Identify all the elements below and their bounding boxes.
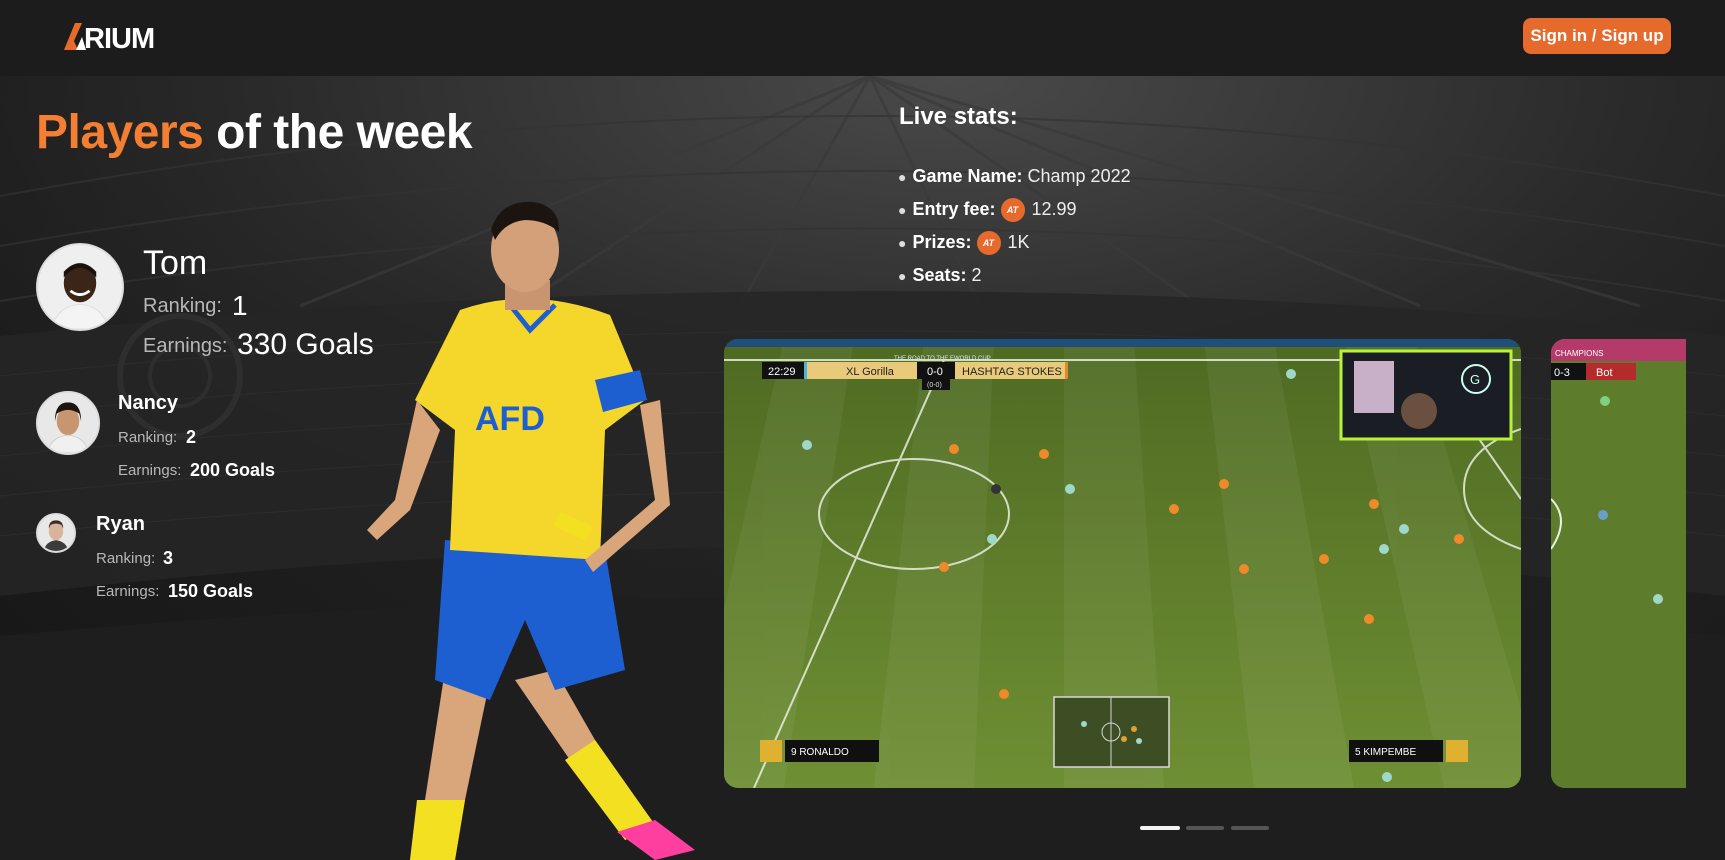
featured-footballer-image: AFD: [355, 200, 735, 860]
bullet-icon: ●: [898, 201, 907, 218]
stat-value: 2: [971, 265, 982, 285]
arium-logo[interactable]: RIUM: [62, 19, 162, 53]
players-of-week-title: Players of the week: [36, 105, 473, 160]
banner-text: CHAMPIONS: [1555, 349, 1603, 358]
player-name: Tom: [143, 244, 208, 282]
stat-value: 1K: [1007, 232, 1030, 252]
ranking-value: 3: [163, 548, 174, 568]
stat-key: Entry fee:: [912, 199, 996, 219]
live-stats-list: ● Game Name: Champ 2022 ● Entry fee: AT …: [898, 160, 1131, 292]
top-header: RIUM Sign in / Sign up: [0, 0, 1725, 76]
ranking-value: 2: [186, 427, 197, 447]
score: 0-0: [927, 366, 943, 378]
home-player-tag: 9 RONALDO: [791, 747, 849, 758]
bullet-icon: ●: [898, 168, 907, 185]
earnings-label: Earnings:: [96, 583, 160, 600]
carousel-dot-3[interactable]: [1231, 826, 1269, 830]
bullet-icon: ●: [898, 267, 907, 284]
away-team: HASHTAG STOKES: [962, 366, 1062, 378]
stat-game-name: ● Game Name: Champ 2022: [898, 160, 1131, 193]
earnings-value: 200 Goals: [190, 460, 276, 480]
signin-signup-button[interactable]: Sign in / Sign up: [1523, 18, 1671, 54]
earnings-value: 330 Goals: [237, 328, 374, 361]
ranking-label: Ranking:: [143, 295, 222, 317]
away-player-tag: 5 KIMPEMBE: [1355, 747, 1416, 758]
stat-prizes: ● Prizes: AT 1K: [898, 226, 1131, 259]
home-team: XL Gorilla: [846, 366, 895, 378]
svg-text:RIUM: RIUM: [84, 23, 154, 51]
earnings-value: 150 Goals: [168, 581, 254, 601]
banner-text: THE ROAD TO THE EWORLD CUP: [894, 356, 991, 362]
avatar: [36, 513, 76, 553]
ranking-label: Ranking:: [96, 550, 156, 567]
match-clock: 22:29: [768, 366, 796, 378]
avatar: [36, 391, 100, 455]
earnings-label: Earnings:: [143, 335, 228, 357]
minimap: [1053, 696, 1170, 768]
stat-value: 12.99: [1031, 199, 1077, 219]
stat-seats: ● Seats: 2: [898, 259, 1131, 292]
carousel-dot-1[interactable]: [1140, 826, 1180, 830]
title-rest: of the week: [203, 106, 473, 159]
stat-key: Prizes:: [912, 232, 972, 252]
player-name: Ryan: [96, 513, 145, 535]
player-name: Nancy: [118, 392, 179, 414]
title-accent: Players: [36, 106, 204, 159]
score: 0-3: [1554, 367, 1570, 379]
live-stats-title: Live stats:: [899, 103, 1018, 130]
arium-coin-icon: AT: [976, 230, 1001, 255]
bullet-icon: ●: [898, 234, 907, 251]
team-name: Bot: [1596, 367, 1613, 379]
stat-key: Seats:: [912, 265, 967, 285]
ranking-value: 1: [232, 290, 248, 321]
avatar: [36, 243, 124, 331]
carousel-dot-2[interactable]: [1186, 826, 1224, 830]
aggregate-score: (0-0): [927, 382, 942, 389]
live-match-video-2[interactable]: CHAMPIONS 0-3 Bot: [1551, 339, 1686, 788]
stat-key: Game Name:: [912, 166, 1023, 186]
live-match-video-1[interactable]: THE ROAD TO THE EWORLD CUP 22:29 XL Gori…: [724, 339, 1521, 788]
stat-entry-fee: ● Entry fee: AT 12.99: [898, 193, 1131, 226]
svg-text:G: G: [1470, 372, 1480, 387]
stat-value: Champ 2022: [1027, 166, 1131, 186]
earnings-label: Earnings:: [118, 462, 182, 479]
arium-coin-icon: AT: [1000, 197, 1025, 222]
streamer-webcam: G: [1339, 349, 1513, 441]
svg-text:AFD: AFD: [475, 400, 545, 438]
ranking-label: Ranking:: [118, 429, 178, 446]
